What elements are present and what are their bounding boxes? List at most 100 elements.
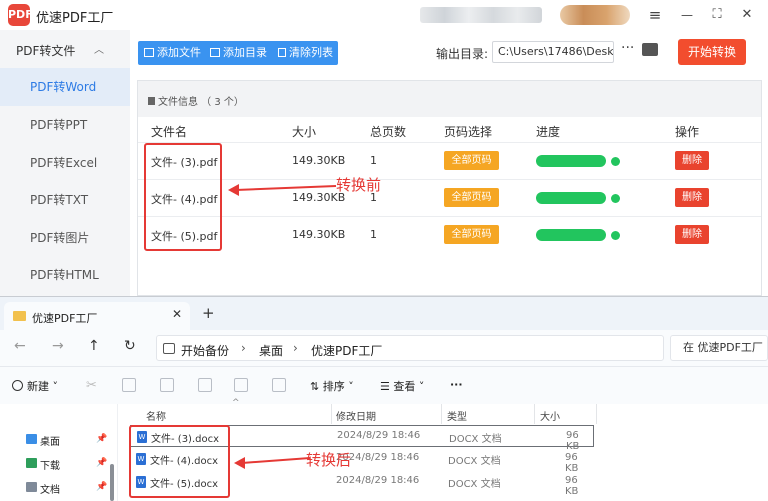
blurred-user-info <box>420 7 542 23</box>
cut-icon[interactable]: ✂ <box>86 378 100 393</box>
file-size: 96 KB <box>565 475 579 497</box>
navigation-pane: 桌面 📌 下载 📌 文档 📌 <box>0 404 118 501</box>
annotation-box-after <box>129 425 230 498</box>
minimize-button[interactable]: — <box>674 4 700 26</box>
column-divider[interactable] <box>534 404 535 424</box>
up-arrow-icon[interactable]: ↑ <box>88 338 100 354</box>
search-input[interactable]: 在 优速PDF工厂 中 <box>670 335 768 361</box>
add-file-button[interactable]: 添加文件 <box>144 41 201 65</box>
page-select-button[interactable]: 全部页码 <box>444 225 499 244</box>
add-directory-button[interactable]: 添加目录 <box>210 41 267 65</box>
more-commands-button[interactable]: ··· <box>450 378 463 391</box>
monitor-icon <box>163 343 175 354</box>
close-button[interactable]: ✕ <box>734 4 760 26</box>
share-icon[interactable] <box>234 378 248 392</box>
chevron-right-icon: › <box>293 341 298 355</box>
clear-list-label: 清除列表 <box>289 46 333 59</box>
output-dir-field[interactable]: C:\Users\17486\Deskto <box>492 41 614 63</box>
delete-button[interactable]: 删除 <box>675 188 709 207</box>
breadcrumb-start-backup[interactable]: 开始备份 <box>181 342 229 359</box>
progress-bar <box>536 155 606 167</box>
sidebar-section-label: PDF转文件 <box>16 44 76 58</box>
column-header-size[interactable]: 大小 <box>540 408 560 423</box>
new-tab-button[interactable]: + <box>202 304 215 322</box>
breadcrumb-desktop[interactable]: 桌面 <box>259 342 283 359</box>
view-button[interactable]: ☰ 查看 ˅ <box>380 378 424 394</box>
page-select-button[interactable]: 全部页码 <box>444 188 499 207</box>
file-toolbar: 添加文件 添加目录 清除列表 <box>138 41 338 65</box>
add-file-icon <box>144 48 154 57</box>
document-icon <box>148 97 155 105</box>
column-header-name[interactable]: 名称 <box>146 408 166 423</box>
address-bar[interactable]: 开始备份 › 桌面 › 优速PDF工厂 <box>156 335 664 361</box>
scrollbar[interactable] <box>110 464 114 501</box>
explorer-command-bar: 新建 ˅ ✂ ⇅ 排序 ˅ ☰ 查看 ˅ ··· <box>0 366 768 404</box>
sidebar-item-label: PDF转Excel <box>30 156 98 170</box>
sidebar-item-label: PDF转PPT <box>30 118 88 132</box>
column-header-date[interactable]: 修改日期 <box>336 408 376 423</box>
column-divider[interactable] <box>596 404 597 424</box>
maximize-button[interactable]: ⛶ <box>704 4 730 26</box>
more-options-button[interactable]: ··· <box>621 40 634 56</box>
nav-item-desktop[interactable]: 桌面 <box>40 433 60 448</box>
page-select-button[interactable]: 全部页码 <box>444 151 499 170</box>
column-divider[interactable] <box>441 404 442 424</box>
done-dot-icon <box>611 231 620 240</box>
start-convert-button[interactable]: 开始转换 <box>678 39 746 65</box>
blurred-avatar <box>560 5 630 25</box>
sort-button[interactable]: ⇅ 排序 ˅ <box>310 378 354 394</box>
sidebar-item-pdf-to-ppt[interactable]: PDF转PPT <box>0 106 130 144</box>
sidebar-section-pdf-to-file[interactable]: PDF转文件 ︿ <box>0 34 130 68</box>
page-count: 1 <box>370 154 377 167</box>
file-type: DOCX 文档 <box>449 434 502 445</box>
app-logo-icon: PDF <box>8 4 33 26</box>
sidebar-item-label: PDF转图片 <box>30 231 90 245</box>
delete-icon[interactable] <box>272 378 286 392</box>
sidebar-item-pdf-to-excel[interactable]: PDF转Excel <box>0 144 130 182</box>
clear-list-button[interactable]: 清除列表 <box>278 41 333 65</box>
annotation-box-before <box>144 143 222 251</box>
file-date: 2024/8/29 18:46 <box>336 475 420 486</box>
column-header-filename: 文件名 <box>151 125 188 139</box>
add-file-label: 添加文件 <box>157 46 201 59</box>
new-button[interactable]: 新建 ˅ <box>12 378 58 394</box>
file-info-bar: 文件信息 （ 3 个） <box>138 81 761 117</box>
close-tab-icon[interactable]: ✕ <box>172 307 182 321</box>
progress-bar <box>536 229 606 241</box>
column-header-pages: 总页数 <box>370 125 407 139</box>
title-bar: PDF 优速PDF工厂 ≡ — ⛶ ✕ <box>0 0 768 30</box>
column-header-progress: 进度 <box>536 125 561 139</box>
sidebar-item-pdf-to-image[interactable]: PDF转图片 <box>0 219 130 257</box>
delete-button[interactable]: 删除 <box>675 151 709 170</box>
file-type: DOCX 文档 <box>448 479 501 490</box>
delete-button[interactable]: 删除 <box>675 225 709 244</box>
refresh-icon[interactable]: ↻ <box>124 338 136 354</box>
nav-item-downloads[interactable]: 下载 <box>40 457 60 472</box>
menu-icon[interactable]: ≡ <box>642 4 668 26</box>
copy-icon[interactable] <box>122 378 136 392</box>
sidebar-item-label: PDF转TXT <box>30 193 89 207</box>
column-header-page-select: 页码选择 <box>444 125 493 139</box>
pdf-app-window: PDF 优速PDF工厂 ≡ — ⛶ ✕ PDF转文件 ︿ PDF转Word PD… <box>0 0 768 296</box>
forward-arrow-icon[interactable]: → <box>52 338 64 354</box>
pin-icon: 📌 <box>96 458 108 468</box>
sidebar-item-pdf-to-word[interactable]: PDF转Word <box>0 68 130 106</box>
column-divider[interactable] <box>331 404 332 424</box>
explorer-tab[interactable]: 优速PDF工厂 ✕ <box>4 302 190 330</box>
sidebar-item-pdf-to-txt[interactable]: PDF转TXT <box>0 181 130 219</box>
rename-icon[interactable] <box>198 378 212 392</box>
new-label: 新建 <box>27 380 49 393</box>
back-arrow-icon[interactable]: ← <box>14 338 26 354</box>
file-date: 2024/8/29 18:46 <box>337 430 421 441</box>
plus-circle-icon <box>12 380 23 391</box>
sidebar-item-pdf-to-html[interactable]: PDF转HTML <box>0 256 130 294</box>
breadcrumb-current-folder[interactable]: 优速PDF工厂 <box>311 342 382 359</box>
column-header-type[interactable]: 类型 <box>447 408 467 423</box>
nav-item-documents[interactable]: 文档 <box>40 481 60 496</box>
add-directory-label: 添加目录 <box>223 46 267 59</box>
paste-icon[interactable] <box>160 378 174 392</box>
folder-icon <box>210 48 220 57</box>
annotation-arrow-before <box>228 184 337 196</box>
file-explorer-window: 优速PDF工厂 ✕ + ← → ↑ ↻ 开始备份 › 桌面 › 优速PDF工厂 … <box>0 296 768 501</box>
open-folder-icon[interactable] <box>642 43 658 56</box>
